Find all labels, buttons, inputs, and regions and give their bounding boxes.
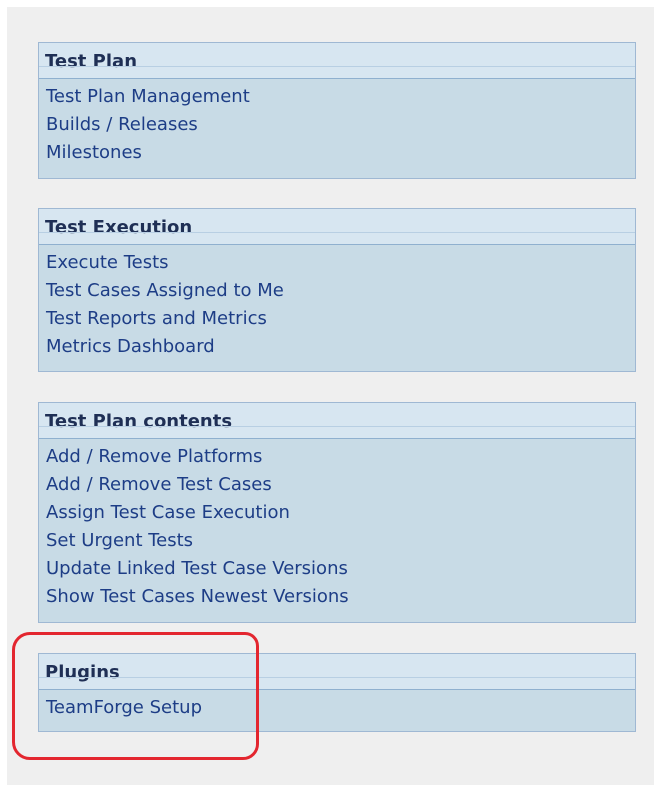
test-execution-panel-title: Test Execution xyxy=(45,217,193,238)
execute-tests-link[interactable]: Execute Tests xyxy=(46,249,628,277)
test-cases-assigned-link[interactable]: Test Cases Assigned to Me xyxy=(46,277,628,305)
metrics-dashboard-link[interactable]: Metrics Dashboard xyxy=(46,333,628,361)
test-reports-metrics-link[interactable]: Test Reports and Metrics xyxy=(46,305,628,333)
test-plan-management-link[interactable]: Test Plan Management xyxy=(46,83,628,111)
plugins-panel-header: Plugins xyxy=(39,654,635,690)
test-execution-links: Execute Tests Test Cases Assigned to Me … xyxy=(39,245,635,367)
test-execution-panel-header: Test Execution xyxy=(39,209,635,245)
test-plan-panel-title: Test Plan xyxy=(45,51,138,72)
test-plan-contents-links: Add / Remove Platforms Add / Remove Test… xyxy=(39,439,635,617)
plugins-links: TeamForge Setup xyxy=(39,690,635,728)
milestones-link[interactable]: Milestones xyxy=(46,139,628,167)
update-linked-versions-link[interactable]: Update Linked Test Case Versions xyxy=(46,555,628,583)
test-plan-panel: Test Plan Test Plan Management Builds / … xyxy=(38,42,636,179)
test-plan-contents-panel-title: Test Plan contents xyxy=(45,411,233,432)
plugins-panel: Plugins TeamForge Setup xyxy=(38,653,636,732)
test-plan-contents-panel: Test Plan contents Add / Remove Platform… xyxy=(38,402,636,623)
add-remove-platforms-link[interactable]: Add / Remove Platforms xyxy=(46,443,628,471)
show-newest-versions-link[interactable]: Show Test Cases Newest Versions xyxy=(46,583,628,611)
teamforge-setup-link[interactable]: TeamForge Setup xyxy=(46,694,628,722)
test-plan-contents-panel-header: Test Plan contents xyxy=(39,403,635,439)
plugins-panel-title: Plugins xyxy=(45,662,120,683)
main-menu-page: Test Plan Test Plan Management Builds / … xyxy=(7,7,654,785)
builds-releases-link[interactable]: Builds / Releases xyxy=(46,111,628,139)
test-plan-links: Test Plan Management Builds / Releases M… xyxy=(39,79,635,173)
add-remove-test-cases-link[interactable]: Add / Remove Test Cases xyxy=(46,471,628,499)
test-plan-panel-header: Test Plan xyxy=(39,43,635,79)
assign-test-case-execution-link[interactable]: Assign Test Case Execution xyxy=(46,499,628,527)
test-execution-panel: Test Execution Execute Tests Test Cases … xyxy=(38,208,636,372)
set-urgent-tests-link[interactable]: Set Urgent Tests xyxy=(46,527,628,555)
